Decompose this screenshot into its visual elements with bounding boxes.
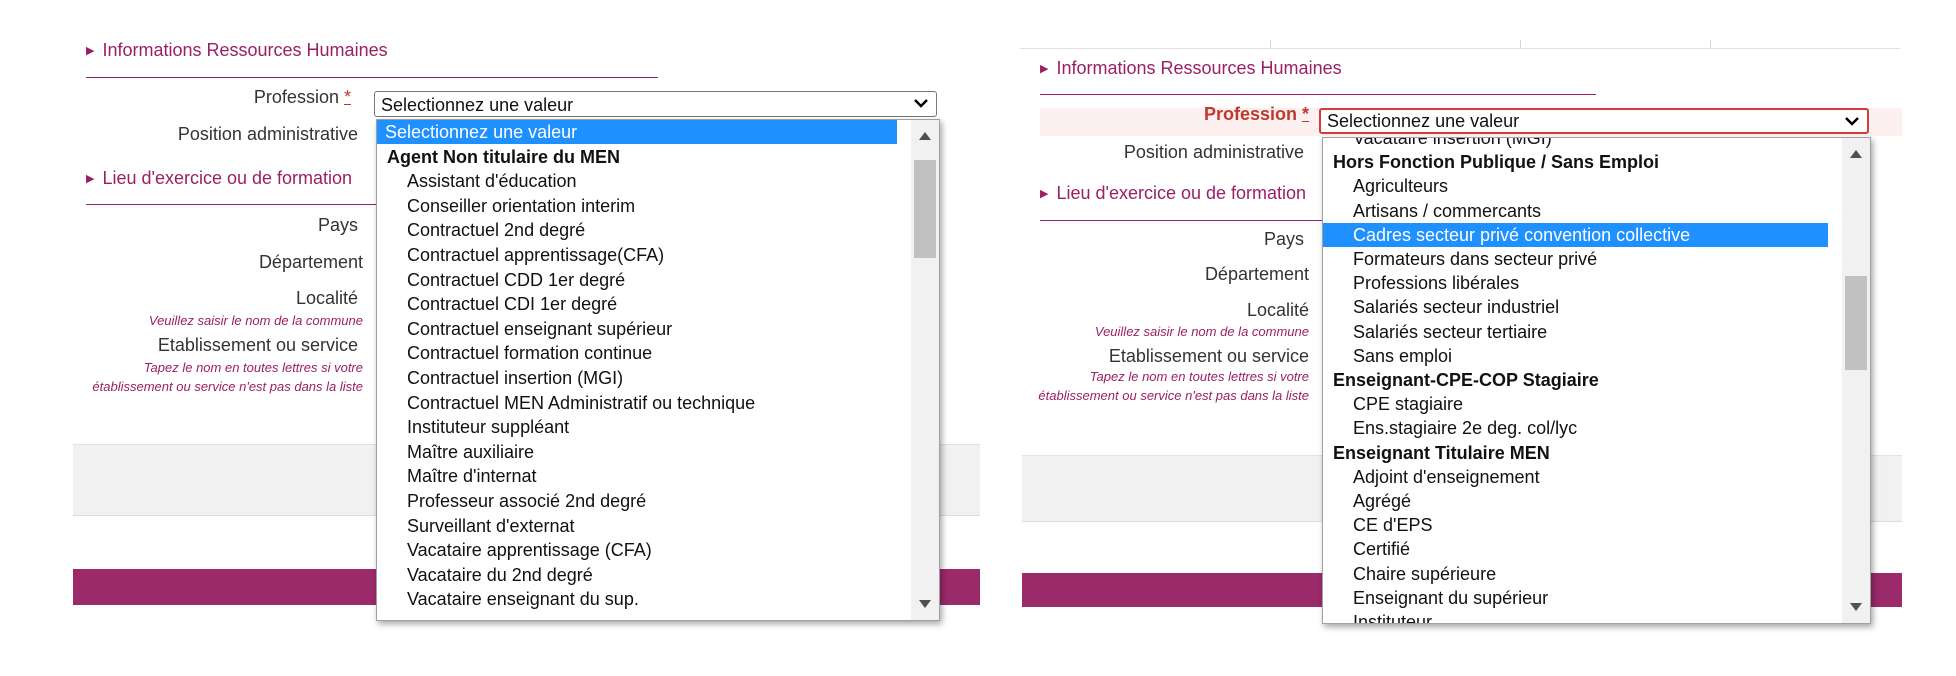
profession-dropdown-list[interactable]: Vacataire insertion (MGI) Hors Fonction P… — [1322, 137, 1871, 624]
section-divider — [86, 204, 376, 205]
dropdown-optgroup: Agent Non titulaire du MEN — [387, 146, 620, 167]
dropdown-option[interactable]: Professeur associé 2nd degré — [377, 489, 897, 513]
dropdown-optgroup: Enseignant-CPE-COP Stagiaire — [1333, 370, 1599, 390]
dropdown-option[interactable]: Selectionnez une valeur — [377, 120, 897, 144]
etablissement-label: Etablissement ou service — [157, 335, 358, 355]
dropdown-option[interactable]: Cadres secteur privé convention collecti… — [1323, 222, 1828, 247]
caret-right-icon: ▶ — [1040, 63, 1049, 75]
dropdown-option[interactable]: Artisans / commercants — [1323, 199, 1828, 223]
pays-label: Pays — [317, 215, 358, 235]
etablissement-hint: Tapez le nom en toutes lettres si votre … — [92, 360, 363, 394]
caret-right-icon: ▶ — [86, 173, 95, 185]
chevron-down-icon — [1845, 117, 1859, 126]
dropdown-option[interactable]: Agrégé — [1323, 489, 1828, 513]
dropdown-option[interactable]: Contractuel CDI 1er degré — [377, 292, 897, 316]
pays-label: Pays — [1263, 229, 1304, 249]
dropdown-option[interactable]: Vacataire du 2nd degré — [377, 563, 897, 587]
dropdown-option[interactable]: Vacataire insertion (MGI) — [1323, 138, 1828, 150]
panel-right: ▶ Informations Ressources Humaines Profe… — [1000, 0, 1956, 676]
dropdown-option[interactable]: CPE stagiaire — [1323, 392, 1828, 416]
dropdown-option[interactable]: Contractuel CDD 1er degré — [377, 268, 897, 292]
scroll-up-icon[interactable] — [919, 132, 931, 140]
chevron-down-icon — [914, 99, 928, 108]
dropdown-option[interactable]: Surveillant d'externat — [377, 514, 897, 538]
dropdown-option[interactable]: Sans emploi — [1323, 344, 1828, 368]
etablissement-label: Etablissement ou service — [1108, 346, 1309, 366]
dropdown-option[interactable]: Contractuel enseignant supérieur — [377, 317, 897, 341]
dropdown-option[interactable]: Formateurs dans secteur privé — [1323, 247, 1828, 271]
dropdown-option[interactable]: Assistant d'éducation — [377, 169, 897, 193]
profession-select[interactable]: Selectionnez une valeur — [1319, 108, 1869, 134]
dropdown-option[interactable]: Instituteur suppléant — [377, 415, 897, 439]
caret-right-icon: ▶ — [1040, 188, 1049, 200]
localite-label: Localité — [1246, 300, 1309, 320]
dropdown-optgroup: Enseignant Titulaire MEN — [1333, 442, 1550, 463]
dropdown-option[interactable]: Enseignant du supérieur — [1323, 586, 1828, 610]
dropdown-option[interactable]: Conseiller orientation interim — [377, 194, 897, 218]
dropdown-option[interactable]: Maître d'internat — [377, 464, 897, 488]
departement-label: Département — [258, 252, 363, 272]
dropdown-option[interactable]: Salariés secteur industriel — [1323, 295, 1828, 319]
position-label: Position administrative — [1123, 142, 1304, 162]
dropdown-option[interactable]: Adjoint d'enseignement — [1323, 465, 1828, 489]
dropdown-option[interactable]: Vacataire enseignant du sup. — [377, 587, 897, 611]
section-divider — [86, 77, 658, 78]
section-lieu-header[interactable]: ▶ Lieu d'exercice ou de formation — [1040, 183, 1306, 204]
scroll-up-icon[interactable] — [1850, 150, 1862, 158]
localite-hint: Veuillez saisir le nom de la commune — [1094, 324, 1309, 339]
profession-select[interactable]: Selectionnez une valeur — [374, 91, 937, 117]
scrollbar-thumb[interactable] — [1845, 276, 1867, 370]
dropdown-option[interactable]: Contractuel formation continue — [377, 341, 897, 365]
profession-label: Profession * — [1203, 104, 1309, 124]
dropdown-scrollbar[interactable] — [1842, 138, 1870, 623]
dropdown-option[interactable]: CE d'EPS — [1323, 513, 1828, 537]
dropdown-option[interactable]: Vacataire apprentissage (CFA) — [377, 538, 897, 562]
profession-label: Profession * — [253, 87, 351, 107]
dropdown-option[interactable]: Professions libérales — [1323, 271, 1828, 295]
tab-strip-edge — [1020, 40, 1900, 49]
dropdown-option[interactable]: Salariés secteur tertiaire — [1323, 320, 1828, 344]
dropdown-option[interactable]: Contractuel 2nd degré — [377, 218, 897, 242]
etablissement-hint: Tapez le nom en toutes lettres si votre … — [1038, 369, 1309, 403]
scroll-down-icon[interactable] — [919, 600, 931, 608]
section-lieu-header[interactable]: ▶ Lieu d'exercice ou de formation — [86, 168, 352, 189]
dropdown-option[interactable]: Maître auxiliaire — [377, 440, 897, 464]
dropdown-option[interactable]: Instituteur — [1323, 610, 1828, 623]
section-hr-header[interactable]: ▶ Informations Ressources Humaines — [86, 40, 388, 61]
scrollbar-thumb[interactable] — [914, 160, 936, 258]
dropdown-scrollbar[interactable] — [911, 120, 939, 620]
profession-dropdown-list[interactable]: Selectionnez une valeur Agent Non titulai… — [376, 119, 940, 621]
localite-label: Localité — [295, 288, 358, 308]
section-hr-header[interactable]: ▶ Informations Ressources Humaines — [1040, 58, 1342, 79]
dropdown-option[interactable]: Contractuel insertion (MGI) — [377, 366, 897, 390]
panel-left: ▶ Informations Ressources Humaines Profe… — [0, 0, 980, 676]
dropdown-option[interactable]: Contractuel MEN Administratif ou techniq… — [377, 391, 897, 415]
dropdown-option[interactable]: Chaire supérieure — [1323, 562, 1828, 586]
localite-hint: Veuillez saisir le nom de la commune — [148, 313, 363, 328]
scroll-down-icon[interactable] — [1850, 603, 1862, 611]
departement-label: Département — [1204, 264, 1309, 284]
dropdown-option[interactable]: Agriculteurs — [1323, 174, 1828, 198]
section-divider — [1040, 220, 1325, 221]
section-divider — [1040, 94, 1596, 95]
dropdown-option[interactable]: Contractuel apprentissage(CFA) — [377, 243, 897, 267]
dropdown-option[interactable]: Ens.stagiaire 2e deg. col/lyc — [1323, 416, 1828, 440]
dropdown-optgroup: Hors Fonction Publique / Sans Emploi — [1333, 152, 1660, 173]
dropdown-option[interactable]: Certifié — [1323, 537, 1828, 561]
position-label: Position administrative — [177, 124, 358, 144]
caret-right-icon: ▶ — [86, 45, 95, 57]
